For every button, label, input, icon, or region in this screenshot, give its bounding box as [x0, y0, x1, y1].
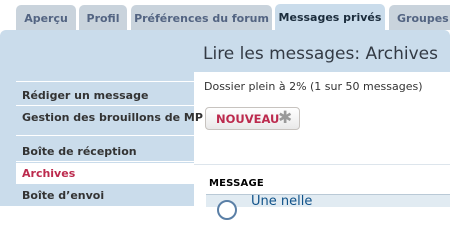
menu-divider — [16, 81, 194, 82]
message-column-header: MESSAGE — [209, 178, 264, 189]
tab-groups[interactable]: Groupes d — [389, 5, 450, 30]
page-title: Lire les messages: Archives — [203, 44, 438, 64]
new-message-label: NOUVEAU — [216, 112, 280, 126]
menu-divider — [16, 105, 194, 106]
menu-item-compose[interactable]: Rédiger un message — [16, 85, 194, 105]
menu-item-drafts[interactable]: Gestion des brouillons de MP — [16, 107, 203, 127]
topic-read-icon — [217, 200, 237, 220]
tab-forum-preferences[interactable]: Préférences du forum — [131, 5, 272, 30]
tab-overview[interactable]: Aperçu — [16, 5, 76, 30]
new-message-button[interactable]: NOUVEAU ✱ — [205, 107, 300, 130]
tab-private-messages[interactable]: Messages privés — [275, 4, 385, 32]
menu-item-outbox[interactable]: Boîte d’envoi — [16, 185, 194, 205]
content-divider — [194, 164, 450, 165]
star-icon: ✱ — [278, 108, 293, 128]
tab-bar: Aperçu Profil Préférences du forum Messa… — [0, 0, 450, 32]
folder-quota-text: Dossier plein à 2% (1 sur 50 messages) — [204, 80, 423, 93]
message-title-link[interactable]: Une nelle — [251, 194, 312, 209]
message-row[interactable]: Une nelle — [206, 194, 450, 220]
menu-divider — [16, 183, 194, 184]
menu-divider — [16, 135, 194, 136]
menu-divider — [16, 161, 194, 162]
tab-profile[interactable]: Profil — [79, 5, 127, 30]
menu-item-archives[interactable]: Archives — [16, 163, 194, 183]
menu-item-inbox[interactable]: Boîte de réception — [16, 141, 194, 161]
